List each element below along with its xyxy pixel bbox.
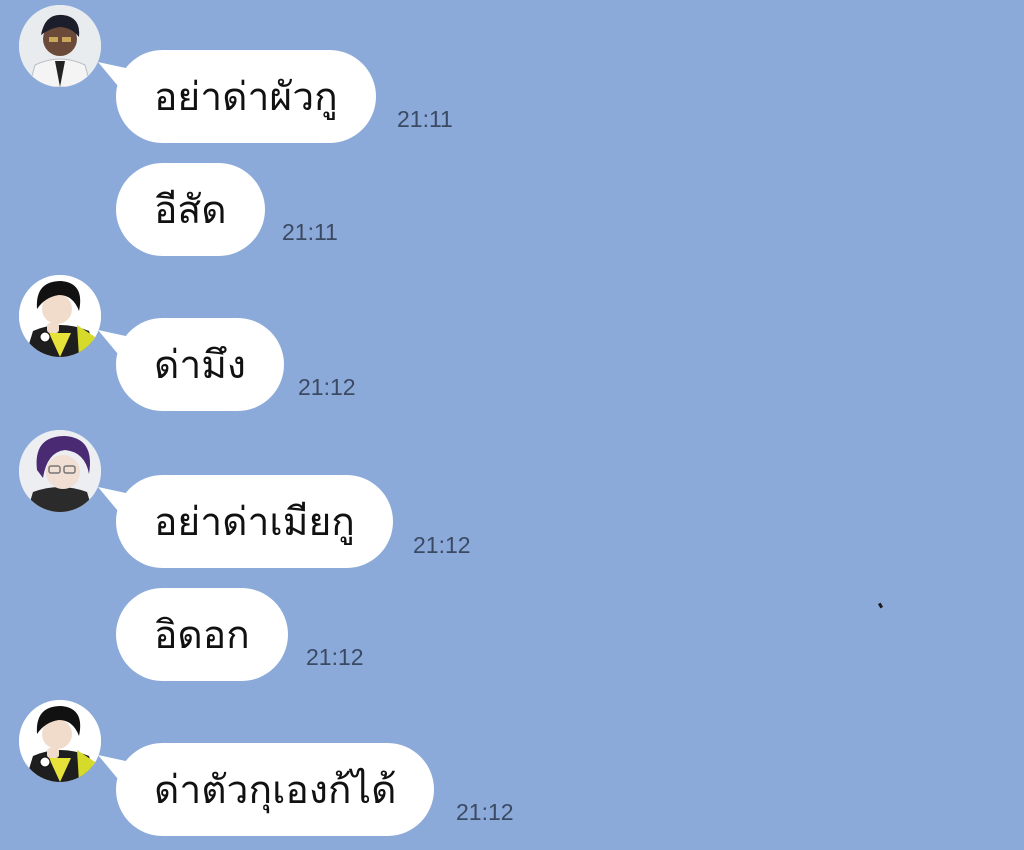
message-text: อิดอก xyxy=(154,612,250,658)
message-time: 21:12 xyxy=(306,644,364,670)
message-bubble[interactable]: อิดอก xyxy=(116,588,288,681)
chat-background: อย่าด่าผัวกู 21:11 อีสัด 21:11 ด่ามึง 21… xyxy=(0,0,1024,850)
message-bubble[interactable]: ด่ามึง xyxy=(116,318,284,411)
message-time: 21:11 xyxy=(282,219,338,245)
message-time: 21:12 xyxy=(298,374,356,400)
message-bubble[interactable]: ด่าตัวกุเองก้ได้ xyxy=(116,743,435,836)
message-time: 21:11 xyxy=(397,106,453,132)
avatar-icon[interactable] xyxy=(19,700,101,782)
avatar-icon[interactable] xyxy=(19,5,101,87)
message-text: ด่ามึง xyxy=(154,342,246,388)
message-text: อีสัด xyxy=(154,187,227,233)
message-time: 21:12 xyxy=(456,799,514,825)
message-text: อย่าด่าเมียกู xyxy=(154,499,355,545)
message-time: 21:12 xyxy=(413,532,471,558)
message-text: ด่าตัวกุเองก้ได้ xyxy=(154,767,397,813)
avatar-icon[interactable] xyxy=(19,275,101,357)
avatar-icon[interactable] xyxy=(19,430,101,512)
background-mark xyxy=(877,602,884,609)
message-text: อย่าด่าผัวกู xyxy=(154,74,338,120)
message-bubble[interactable]: อีสัด xyxy=(116,163,265,256)
message-bubble[interactable]: อย่าด่าผัวกู xyxy=(116,50,376,143)
message-bubble[interactable]: อย่าด่าเมียกู xyxy=(116,475,393,568)
